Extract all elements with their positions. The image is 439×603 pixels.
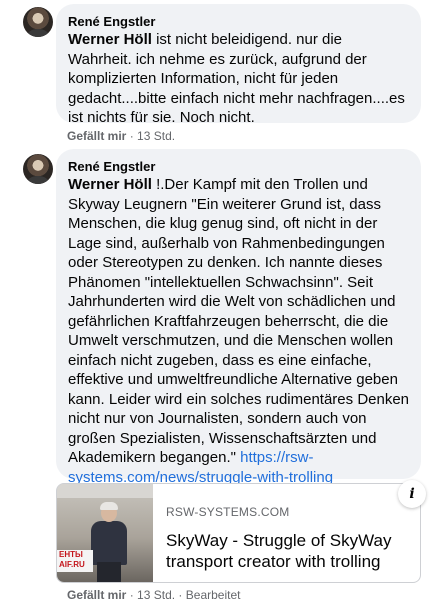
like-button[interactable]: Gefällt mir xyxy=(67,129,126,143)
like-button[interactable]: Gefällt mir xyxy=(67,588,126,602)
comment-text: Werner Höll !.Der Kampf mit den Trollen … xyxy=(68,175,409,487)
thumbnail-banner: ЕНТЫ AIF.RU xyxy=(57,550,93,572)
timestamp[interactable]: 13 Std. xyxy=(137,129,175,143)
thumbnail-text: ЕНТЫ xyxy=(59,550,83,559)
avatar[interactable] xyxy=(23,154,53,184)
timestamp[interactable]: 13 Std. xyxy=(137,588,175,602)
comment-author[interactable]: René Engstler xyxy=(68,13,409,30)
comment-meta: Gefällt mir · 13 Std. · Bearbeitet xyxy=(67,587,240,603)
preview-thumbnail: ЕНТЫ AIF.RU xyxy=(57,484,153,582)
separator: · xyxy=(129,588,134,602)
comment-bubble: René Engstler Werner Höll !.Der Kampf mi… xyxy=(56,149,421,486)
separator: · xyxy=(178,588,183,602)
info-icon[interactable]: i xyxy=(398,480,426,508)
thumbnail-bar xyxy=(57,484,153,498)
thumbnail-person xyxy=(91,502,127,582)
comment-text: Werner Höll ist nicht beleidigend. nur d… xyxy=(68,30,409,128)
thumbnail-body xyxy=(91,521,127,565)
preview-title[interactable]: SkyWay - Struggle of SkyWay transport cr… xyxy=(166,530,406,572)
avatar[interactable] xyxy=(23,7,53,37)
thumbnail-legs xyxy=(97,562,121,582)
comment-body: !.Der Kampf mit den Trollen und Skyway L… xyxy=(68,176,410,466)
comment-bubble: René Engstler Werner Höll ist nicht bele… xyxy=(56,4,421,126)
link-preview-card[interactable]: ЕНТЫ AIF.RU RSW-SYSTEMS.COM SkyWay - Str… xyxy=(56,483,421,583)
edited-label: Bearbeitet xyxy=(185,588,241,602)
comment-author[interactable]: René Engstler xyxy=(68,158,409,175)
comment-meta: Gefällt mir · 13 Std. xyxy=(67,128,175,144)
mention-link[interactable]: Werner Höll xyxy=(68,31,152,48)
separator: · xyxy=(129,129,134,143)
thumbnail-text: AIF.RU xyxy=(59,560,85,569)
thumbnail-hair xyxy=(100,502,118,510)
preview-domain: RSW-SYSTEMS.COM xyxy=(166,505,290,519)
mention-link[interactable]: Werner Höll xyxy=(68,176,152,193)
